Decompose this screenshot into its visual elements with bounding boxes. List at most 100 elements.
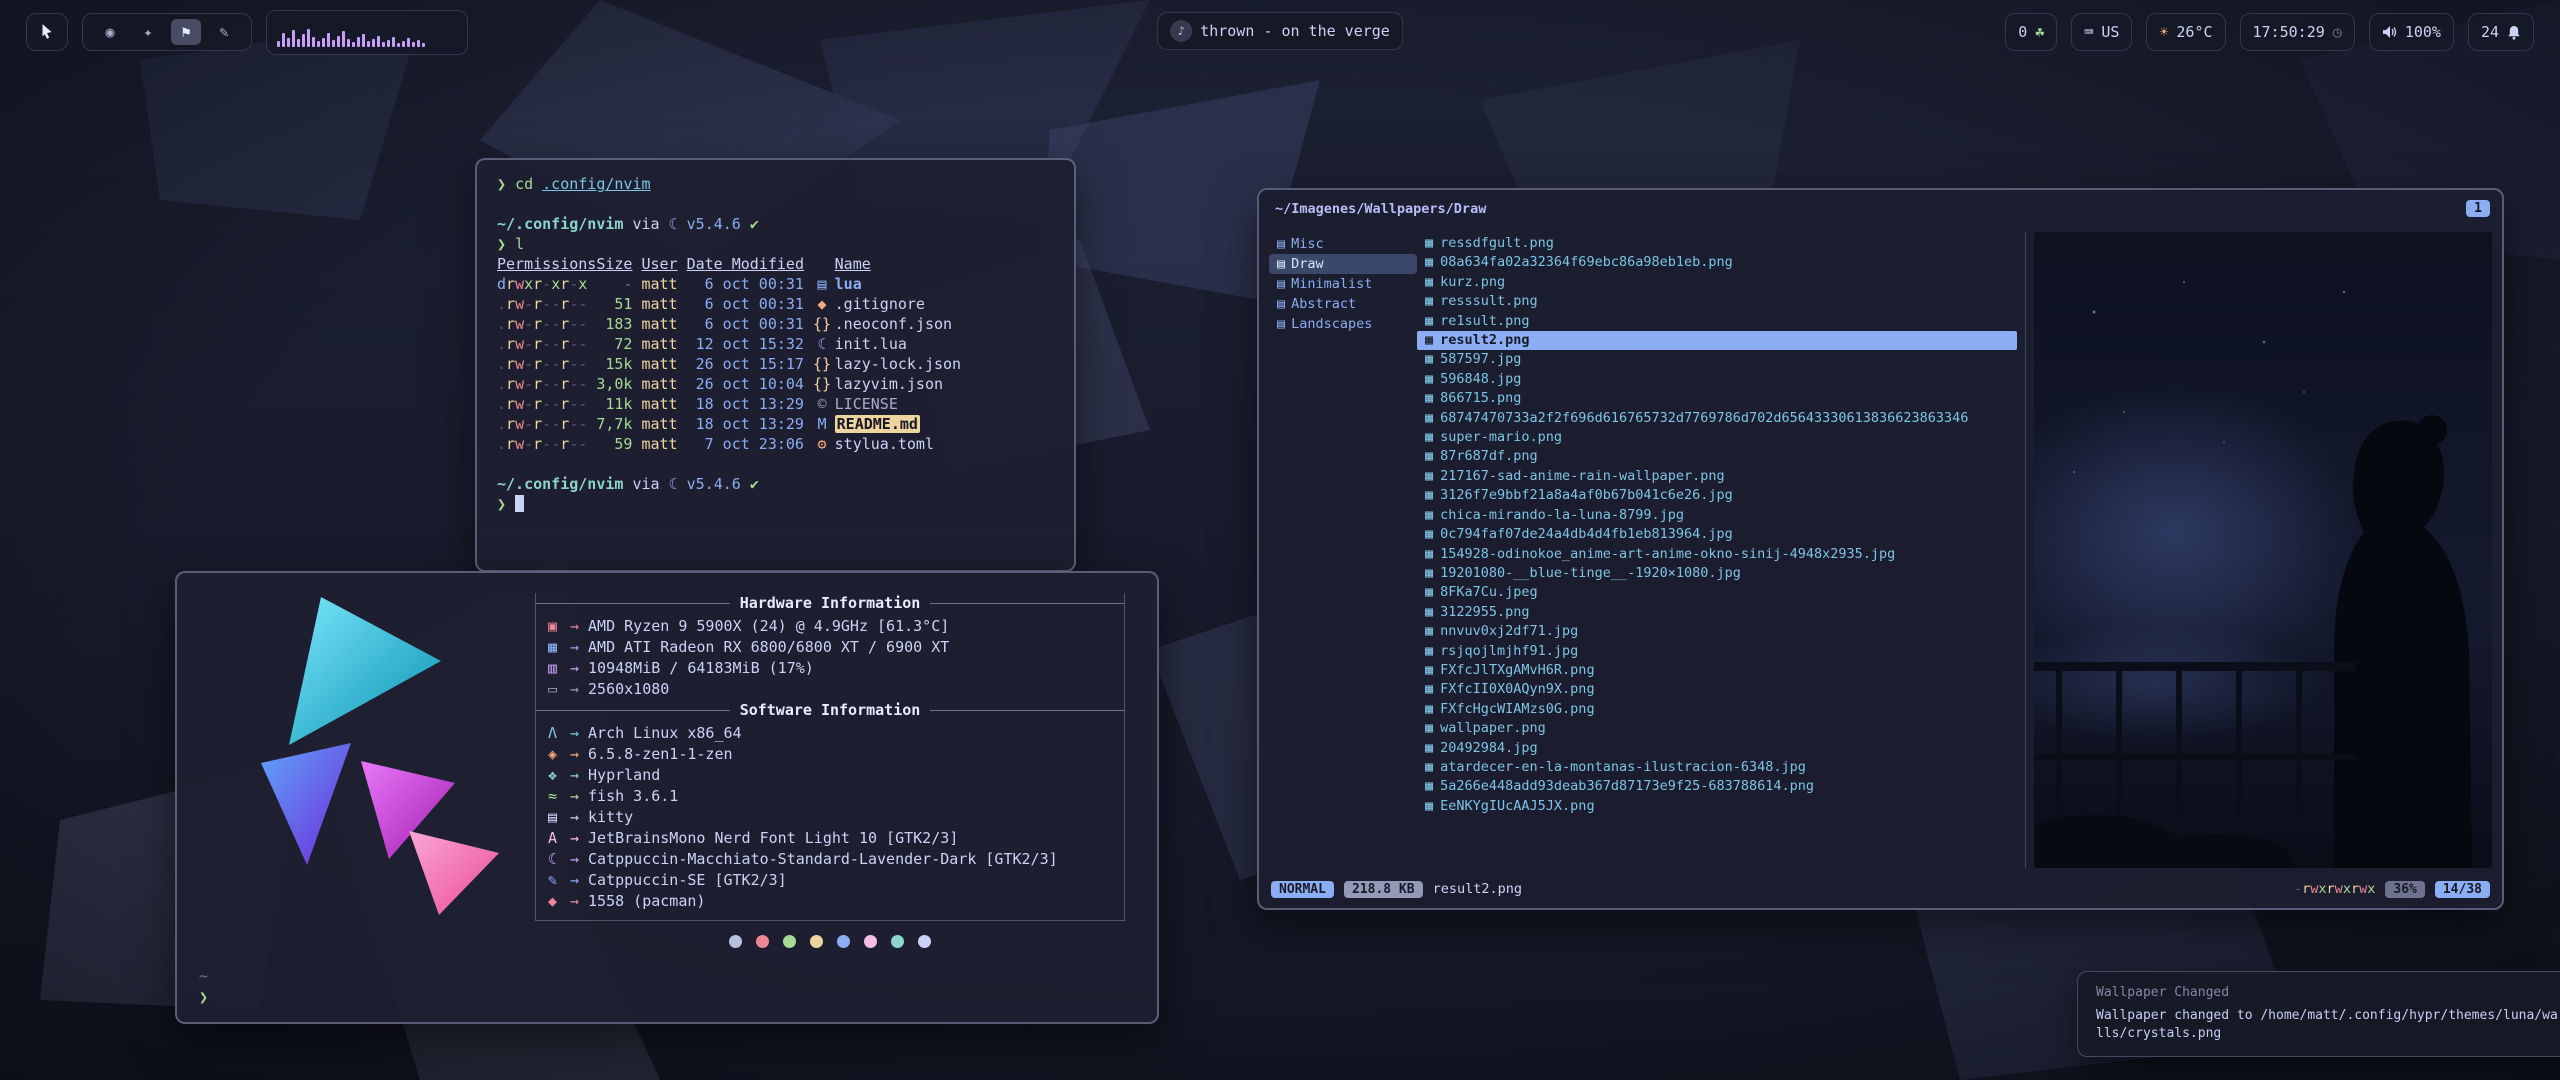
file-row[interactable]: ▦3122955.png [1417, 603, 2017, 622]
file-row[interactable]: ▦atardecer-en-la-montanas-ilustracion-63… [1417, 758, 2017, 777]
file-row[interactable]: ▦3126f7e9bbf21a8a4af0b67b041c6e26.jpg [1417, 486, 2017, 505]
topbar: ◉ ✦ ⚑ ✎ ♪ thrown - on the verge 0 ☘ ⌨ US ☀ … [0, 12, 2560, 52]
palette-dot [864, 935, 877, 948]
visualizer-bar [352, 42, 355, 47]
visualizer-bar [342, 31, 345, 47]
pane-divider [2025, 232, 2026, 868]
file-row[interactable]: ▦08a634fa02a32364f69ebc86a98eb1eb.png [1417, 253, 2017, 272]
file-row[interactable]: ▦866715.png [1417, 389, 2017, 408]
ls-header: PermissionsSizeUserDate ModifiedName [497, 254, 1054, 274]
sidebar-folder-misc[interactable]: ▤Misc [1269, 234, 1417, 254]
image-file-icon: ▦ [1425, 506, 1433, 525]
file-row[interactable]: ▦0c794faf07de24a4db4d4fb1eb813964.jpg [1417, 525, 2017, 544]
image-file-icon: ▦ [1425, 700, 1433, 719]
file-row[interactable]: ▦FXfcII0X0AQyn9X.png [1417, 680, 2017, 699]
audio-visualizer[interactable] [266, 10, 468, 55]
file-row[interactable]: ▦FXfcJlTXgAMvH6R.png [1417, 661, 2017, 680]
image-file-icon: ▦ [1425, 486, 1433, 505]
sidebar-folder-minimalist[interactable]: ▤Minimalist [1269, 274, 1417, 294]
file-row[interactable]: ▦596848.jpg [1417, 370, 2017, 389]
breadcrumb-path: ~/Imagenes/Wallpapers/Draw [1275, 201, 1486, 217]
bell-icon [2507, 25, 2521, 40]
workspace-files-icon[interactable]: ⚑ [171, 19, 201, 45]
moon-icon: ☾ [669, 215, 678, 233]
weather-widget[interactable]: ☀ 26°C [2146, 13, 2225, 51]
file-row[interactable]: ▦87r687df.png [1417, 447, 2017, 466]
file-row[interactable]: ▦kurz.png [1417, 273, 2017, 292]
os-icon: Λ [548, 723, 570, 744]
file-row[interactable]: ▦154928-odinokoe_anime-art-anime-okno-si… [1417, 545, 2017, 564]
file-row[interactable]: ▦8FKa7Cu.jpeg [1417, 583, 2017, 602]
workspace-browser-icon[interactable]: ◉ [95, 19, 125, 45]
file-row[interactable]: ▦68747470733a2f2f696d616765732d7769786d7… [1417, 409, 2017, 428]
file-row[interactable]: ▦ressdfgult.png [1417, 234, 2017, 253]
hardware-rows: ▣→AMD Ryzen 9 5900X (24) @ 4.9GHz [61.3°… [548, 616, 1112, 700]
file-row[interactable]: ▦wallpaper.png [1417, 719, 2017, 738]
arrow-icon: → [570, 849, 579, 870]
folder-icon: ▤ [813, 274, 831, 294]
volume-level: 100% [2405, 23, 2441, 41]
file-manager-window[interactable]: ~/Imagenes/Wallpapers/Draw 1 ▤Misc▤Draw▤… [1257, 188, 2504, 910]
fetch-shell-prompt[interactable]: ~ ❯ [199, 966, 208, 1008]
folder-icon: ▤ [1277, 295, 1285, 313]
visualizer-bar [372, 39, 375, 47]
visualizer-bar [362, 34, 365, 47]
workspace-design-icon[interactable]: ✎ [209, 19, 239, 45]
terminal-window[interactable]: ❯ cd .config/nvim ~/.config/nvim via ☾ v… [475, 158, 1076, 572]
visualizer-bar [397, 43, 400, 47]
license-icon: © [813, 394, 831, 414]
moon-icon: ☾ [669, 475, 678, 493]
file-row[interactable]: ▦EeNKYgIUcAAJ5JX.png [1417, 797, 2017, 816]
sidebar-folder-landscapes[interactable]: ▤Landscapes [1269, 314, 1417, 334]
json-icon: {} [813, 314, 831, 334]
keyboard-layout-widget[interactable]: ⌨ US [2071, 13, 2132, 51]
media-widget[interactable]: ♪ thrown - on the verge [1157, 12, 1403, 50]
workspace-chat-icon[interactable]: ✦ [133, 19, 163, 45]
sidebar-folder-abstract[interactable]: ▤Abstract [1269, 294, 1417, 314]
file-row[interactable]: ▦FXfcHgcWIAMzs0G.png [1417, 700, 2017, 719]
image-file-icon: ▦ [1425, 603, 1433, 622]
volume-widget[interactable]: 100% [2369, 13, 2454, 51]
text-cursor [515, 495, 524, 512]
file-row[interactable]: ▦587597.jpg [1417, 350, 2017, 369]
keyboard-icon: ⌨ [2084, 23, 2093, 41]
notifications-widget[interactable]: 24 [2468, 13, 2534, 51]
visualizer-bar [337, 36, 340, 47]
file-row[interactable]: ▦nnvuv0xj2df71.jpg [1417, 622, 2017, 641]
shell-icon: ≈ [548, 786, 570, 807]
launcher-button[interactable] [26, 13, 68, 51]
sun-icon: ☀ [2159, 23, 2168, 41]
shell-prompt[interactable]: ❯ [497, 494, 1054, 514]
tab-badge[interactable]: 1 [2466, 200, 2490, 217]
file-row[interactable]: ▦chica-mirando-la-luna-8799.jpg [1417, 506, 2017, 525]
media-title: thrown - on the verge [1200, 22, 1390, 40]
file-row[interactable]: ▦19201080-__blue-tinge__-1920×1080.jpg [1417, 564, 2017, 583]
file-row[interactable]: ▦result2.png [1417, 331, 2017, 350]
folder-icon: ▤ [1277, 315, 1285, 333]
image-file-icon: ▦ [1425, 642, 1433, 661]
file-row[interactable]: ▦rsjqojlmjhf91.jpg [1417, 642, 2017, 661]
clock-widget[interactable]: 17:50:29 ◷ [2240, 13, 2355, 51]
fetch-window[interactable]: Hardware Information ▣→AMD Ryzen 9 5900X… [175, 571, 1159, 1024]
ls-row: .rw-r--r--51matt6 oct 00:31◆.gitignore [497, 294, 1054, 314]
software-rows: Λ→Arch Linux x86_64◈→6.5.8-zen1-1-zen❖→H… [548, 723, 1112, 912]
sidebar-folder-draw[interactable]: ▤Draw [1269, 254, 1417, 274]
visualizer-bar [307, 29, 310, 47]
visualizer-bar [367, 41, 370, 47]
fetch-row-gtk-theme: ☾→Catppuccin-Macchiato-Standard-Lavender… [548, 849, 1112, 870]
file-row[interactable]: ▦super-mario.png [1417, 428, 2017, 447]
updates-widget[interactable]: 0 ☘ [2005, 13, 2057, 51]
file-row[interactable]: ▦resssult.png [1417, 292, 2017, 311]
visualizer-bar [412, 42, 415, 47]
file-row[interactable]: ▦217167-sad-anime-rain-wallpaper.png [1417, 467, 2017, 486]
notification-toast[interactable]: Wallpaper Changed Wallpaper changed to /… [2077, 971, 2560, 1057]
file-row[interactable]: ▦20492984.jpg [1417, 739, 2017, 758]
file-row[interactable]: ▦re1sult.png [1417, 312, 2017, 331]
list-position-badge: 14/38 [2435, 881, 2490, 898]
workspaces[interactable]: ◉ ✦ ⚑ ✎ [82, 13, 252, 51]
arrow-icon: → [570, 870, 579, 891]
file-row[interactable]: ▦5a266e448add93deab367d87173e9f25-683788… [1417, 777, 2017, 796]
speaker-icon [2382, 25, 2397, 39]
fetch-row-terminal: ▤→kitty [548, 807, 1112, 828]
ls-row: .rw-r--r--72matt12 oct 15:32☾init.lua [497, 334, 1054, 354]
